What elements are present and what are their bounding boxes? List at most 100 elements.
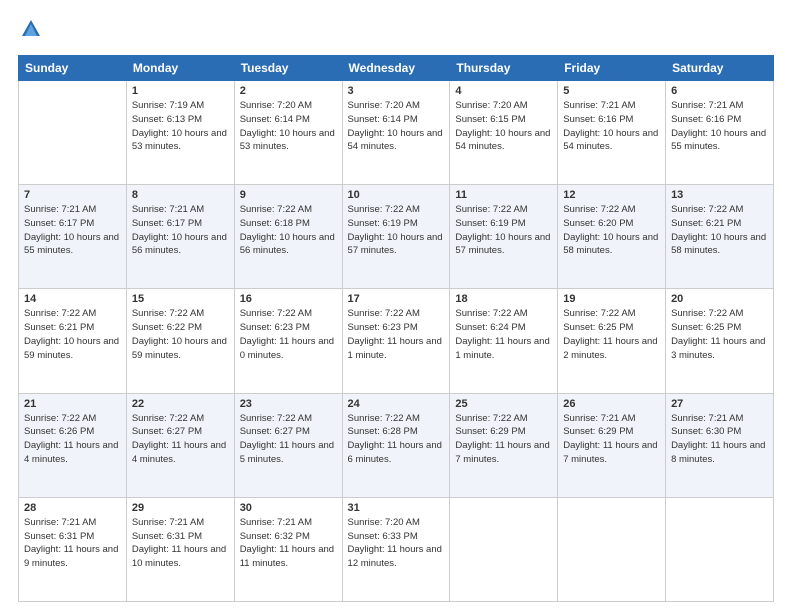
sunrise-text: Sunrise: 7:22 AM: [455, 203, 552, 217]
day-info: Sunrise: 7:19 AMSunset: 6:13 PMDaylight:…: [132, 99, 229, 154]
day-info: Sunrise: 7:22 AMSunset: 6:19 PMDaylight:…: [348, 203, 445, 258]
logo-icon: [20, 18, 42, 45]
day-number: 5: [563, 85, 660, 97]
day-cell: 26Sunrise: 7:21 AMSunset: 6:29 PMDayligh…: [558, 393, 666, 497]
day-number: 23: [240, 398, 337, 410]
daylight-text: Daylight: 10 hours and 55 minutes.: [671, 127, 768, 155]
header-thursday: Thursday: [450, 56, 558, 81]
day-cell: 31Sunrise: 7:20 AMSunset: 6:33 PMDayligh…: [342, 497, 450, 601]
day-number: 13: [671, 189, 768, 201]
sunset-text: Sunset: 6:13 PM: [132, 113, 229, 127]
day-number: 27: [671, 398, 768, 410]
calendar-header-row: SundayMondayTuesdayWednesdayThursdayFrid…: [19, 56, 774, 81]
daylight-text: Daylight: 11 hours and 10 minutes.: [132, 543, 229, 571]
day-info: Sunrise: 7:22 AMSunset: 6:21 PMDaylight:…: [24, 307, 121, 362]
day-number: 14: [24, 293, 121, 305]
sunset-text: Sunset: 6:16 PM: [671, 113, 768, 127]
sunrise-text: Sunrise: 7:21 AM: [24, 516, 121, 530]
day-cell: 24 Sunrise: 7:22 AMSunset: 6:28 PMDayligh…: [342, 393, 450, 497]
header-sunday: Sunday: [19, 56, 127, 81]
sunrise-text: Sunrise: 7:22 AM: [671, 307, 768, 321]
day-cell: 5 Sunrise: 7:21 AMSunset: 6:16 PMDaylight…: [558, 81, 666, 185]
daylight-text: Daylight: 11 hours and 6 minutes.: [348, 439, 445, 467]
sunset-text: Sunset: 6:31 PM: [132, 530, 229, 544]
day-cell: 23Sunrise: 7:22 AMSunset: 6:27 PMDayligh…: [234, 393, 342, 497]
week-row-2: 7Sunrise: 7:21 AMSunset: 6:17 PMDaylight…: [19, 185, 774, 289]
day-cell: 27Sunrise: 7:21 AMSunset: 6:30 PMDayligh…: [666, 393, 774, 497]
sunrise-text: Sunrise: 7:20 AM: [348, 99, 445, 113]
daylight-text: Daylight: 10 hours and 53 minutes.: [132, 127, 229, 155]
daylight-text: Daylight: 10 hours and 57 minutes.: [455, 231, 552, 259]
daylight-text: Daylight: 10 hours and 56 minutes.: [132, 231, 229, 259]
day-number: 2: [240, 85, 337, 97]
day-number: 8: [132, 189, 229, 201]
daylight-text: Daylight: 10 hours and 54 minutes.: [563, 127, 660, 155]
header-tuesday: Tuesday: [234, 56, 342, 81]
sunrise-text: Sunrise: 7:22 AM: [348, 412, 445, 426]
day-info: Sunrise: 7:22 AMSunset: 6:20 PMDaylight:…: [563, 203, 660, 258]
daylight-text: Daylight: 11 hours and 4 minutes.: [24, 439, 121, 467]
daylight-text: Daylight: 11 hours and 11 minutes.: [240, 543, 337, 571]
day-number: 10: [348, 189, 445, 201]
day-cell: 6Sunrise: 7:21 AMSunset: 6:16 PMDaylight…: [666, 81, 774, 185]
sunrise-text: Sunrise: 7:21 AM: [563, 412, 660, 426]
day-number: 21: [24, 398, 121, 410]
header-wednesday: Wednesday: [342, 56, 450, 81]
day-cell: 12Sunrise: 7:22 AMSunset: 6:20 PMDayligh…: [558, 185, 666, 289]
day-cell: [19, 81, 127, 185]
day-number: 31: [348, 502, 445, 514]
day-info: Sunrise: 7:22 AMSunset: 6:18 PMDaylight:…: [240, 203, 337, 258]
sunset-text: Sunset: 6:23 PM: [240, 321, 337, 335]
day-number: 24: [348, 398, 445, 410]
day-cell: 21Sunrise: 7:22 AMSunset: 6:26 PMDayligh…: [19, 393, 127, 497]
sunset-text: Sunset: 6:30 PM: [671, 425, 768, 439]
sunset-text: Sunset: 6:32 PM: [240, 530, 337, 544]
sunset-text: Sunset: 6:19 PM: [455, 217, 552, 231]
day-cell: 18Sunrise: 7:22 AMSunset: 6:24 PMDayligh…: [450, 289, 558, 393]
week-row-3: 14 Sunrise: 7:22 AMSunset: 6:21 PMDayligh…: [19, 289, 774, 393]
day-number: 4: [455, 85, 552, 97]
sunrise-text: Sunrise: 7:21 AM: [671, 99, 768, 113]
day-cell: 20Sunrise: 7:22 AMSunset: 6:25 PMDayligh…: [666, 289, 774, 393]
sunrise-text: Sunrise: 7:20 AM: [455, 99, 552, 113]
day-cell: [558, 497, 666, 601]
day-number: 11: [455, 189, 552, 201]
day-info: Sunrise: 7:20 AMSunset: 6:14 PMDaylight:…: [348, 99, 445, 154]
sunset-text: Sunset: 6:29 PM: [455, 425, 552, 439]
sunset-text: Sunset: 6:29 PM: [563, 425, 660, 439]
daylight-text: Daylight: 11 hours and 8 minutes.: [671, 439, 768, 467]
day-cell: [450, 497, 558, 601]
day-cell: 29Sunrise: 7:21 AMSunset: 6:31 PMDayligh…: [126, 497, 234, 601]
sunset-text: Sunset: 6:24 PM: [455, 321, 552, 335]
daylight-text: Daylight: 10 hours and 57 minutes.: [348, 231, 445, 259]
day-number: 15: [132, 293, 229, 305]
sunset-text: Sunset: 6:19 PM: [348, 217, 445, 231]
daylight-text: Daylight: 10 hours and 59 minutes.: [132, 335, 229, 363]
sunset-text: Sunset: 6:18 PM: [240, 217, 337, 231]
daylight-text: Daylight: 10 hours and 54 minutes.: [455, 127, 552, 155]
sunset-text: Sunset: 6:25 PM: [671, 321, 768, 335]
day-info: Sunrise: 7:22 AMSunset: 6:24 PMDaylight:…: [455, 307, 552, 362]
day-number: 26: [563, 398, 660, 410]
day-cell: 3Sunrise: 7:20 AMSunset: 6:14 PMDaylight…: [342, 81, 450, 185]
day-cell: 22Sunrise: 7:22 AMSunset: 6:27 PMDayligh…: [126, 393, 234, 497]
day-number: 19: [563, 293, 660, 305]
sunrise-text: Sunrise: 7:21 AM: [132, 203, 229, 217]
day-info: Sunrise: 7:22 AMSunset: 6:27 PMDaylight:…: [132, 412, 229, 467]
sunset-text: Sunset: 6:28 PM: [348, 425, 445, 439]
day-cell: 17Sunrise: 7:22 AMSunset: 6:23 PMDayligh…: [342, 289, 450, 393]
sunset-text: Sunset: 6:33 PM: [348, 530, 445, 544]
header-monday: Monday: [126, 56, 234, 81]
day-number: 1: [132, 85, 229, 97]
day-info: Sunrise: 7:22 AMSunset: 6:23 PMDaylight:…: [240, 307, 337, 362]
logo: [18, 18, 42, 45]
day-cell: 8Sunrise: 7:21 AMSunset: 6:17 PMDaylight…: [126, 185, 234, 289]
sunrise-text: Sunrise: 7:20 AM: [348, 516, 445, 530]
sunrise-text: Sunrise: 7:22 AM: [132, 412, 229, 426]
day-info: Sunrise: 7:21 AMSunset: 6:16 PMDaylight:…: [563, 99, 660, 154]
day-info: Sunrise: 7:21 AMSunset: 6:31 PMDaylight:…: [24, 516, 121, 571]
day-cell: 13Sunrise: 7:22 AMSunset: 6:21 PMDayligh…: [666, 185, 774, 289]
sunrise-text: Sunrise: 7:22 AM: [132, 307, 229, 321]
day-number: 30: [240, 502, 337, 514]
sunset-text: Sunset: 6:23 PM: [348, 321, 445, 335]
